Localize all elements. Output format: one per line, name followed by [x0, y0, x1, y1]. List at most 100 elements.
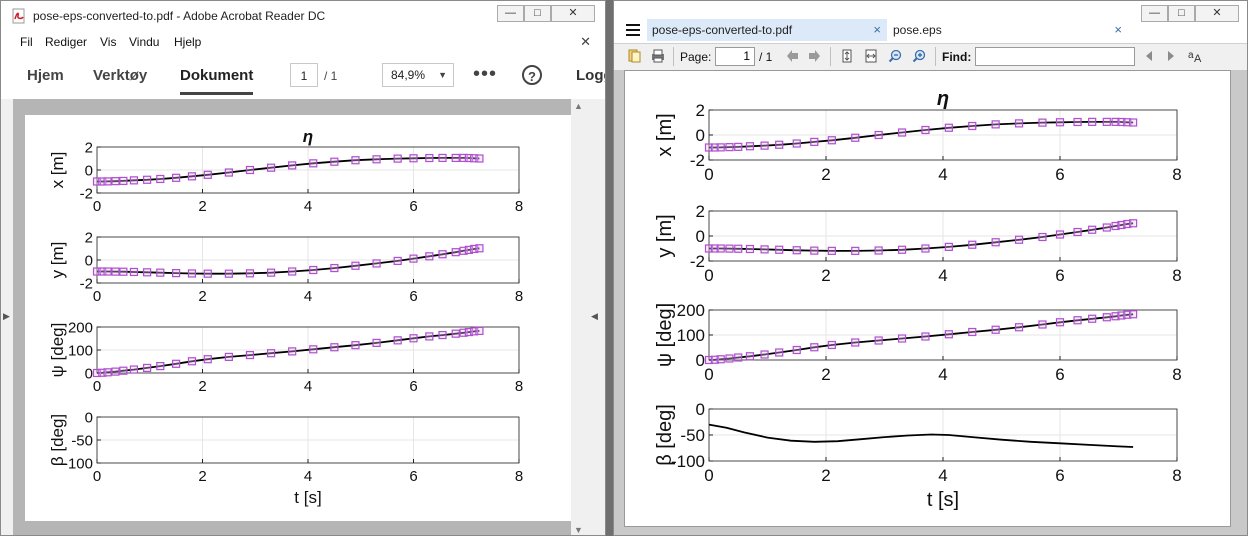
data-point [810, 246, 819, 255]
x-tick-label: 6 [409, 378, 417, 395]
x-tick-label: 2 [821, 466, 830, 485]
data-point [991, 120, 1000, 129]
subplot: 0 2 4 6 8 -100 -50 0 β [deg] t [s] [48, 409, 523, 507]
zoom-value: 84,9% [391, 68, 426, 82]
x-tick-label: 0 [704, 365, 713, 384]
data-point [425, 332, 434, 341]
data-point [172, 359, 181, 368]
subplot: 0 2 4 6 8-202x [m]η [48, 127, 523, 215]
x-tick-label: 6 [409, 468, 417, 485]
y-axis-label: x [m] [48, 152, 67, 189]
data-point [944, 242, 953, 251]
hamburger-menu-icon[interactable] [626, 24, 640, 36]
y-tick-label: 200 [68, 319, 93, 336]
close-button[interactable]: ✕ [551, 5, 595, 22]
scroll-up-icon[interactable]: ▲ [574, 101, 583, 111]
y-tick-label: -2 [80, 185, 93, 202]
y-axis-label: β [deg] [48, 414, 67, 466]
y-tick-label: 2 [85, 229, 93, 246]
restore-button[interactable]: □ [1168, 5, 1195, 22]
data-point [129, 176, 139, 185]
menu-help[interactable]: Hjelp [174, 35, 201, 49]
data-point [309, 159, 318, 168]
scroll-down-icon[interactable]: ▼ [574, 525, 583, 535]
find-previous-icon[interactable] [1142, 49, 1156, 63]
menu-view[interactable]: Vis [100, 35, 116, 49]
data-point [119, 267, 128, 276]
tab-home[interactable]: Hjem [27, 67, 64, 84]
data-point [451, 153, 460, 163]
x-tick-label: 4 [938, 365, 947, 384]
tab-pdf[interactable]: pose-eps-converted-to.pdf × [647, 19, 887, 41]
x-tick-label: 8 [1172, 266, 1181, 285]
fit-width-icon[interactable] [864, 49, 878, 63]
vertical-scrollbar[interactable]: ▲ ▼ [571, 99, 587, 535]
chart-title: η [937, 88, 949, 110]
next-page-icon[interactable] [807, 49, 821, 63]
data-point [224, 168, 233, 177]
y-tick-label: 100 [68, 342, 93, 359]
data-point [119, 176, 128, 186]
tab-close-icon[interactable]: × [873, 19, 881, 41]
find-next-icon[interactable] [1164, 49, 1178, 63]
right-panel-toggle[interactable]: ◀ [587, 99, 605, 535]
zoom-out-icon[interactable] [888, 49, 902, 63]
menu-file[interactable]: Fil [20, 35, 33, 49]
data-point [351, 156, 360, 165]
previous-page-icon[interactable] [786, 49, 800, 63]
data-point [1014, 235, 1024, 244]
data-point [372, 259, 381, 268]
data-point [810, 343, 819, 352]
x-axis-label: t [s] [927, 489, 959, 511]
data-point [874, 336, 883, 345]
restore-button[interactable]: □ [524, 5, 551, 22]
data-point [734, 244, 743, 253]
series-line [708, 423, 1134, 448]
y-tick-label: 2 [85, 139, 93, 156]
print-icon[interactable] [651, 49, 665, 63]
page-number-input[interactable]: 1 [290, 63, 318, 87]
x-tick-label: 6 [1055, 365, 1064, 384]
data-point [827, 340, 836, 350]
page-number-input[interactable]: 1 [715, 47, 755, 66]
figure-sumatra: 0 2 4 6 8-202x [m]η0 2 4 6 8-202y [m]0 2 4 6 8010020… [654, 88, 1182, 511]
left-panel-toggle[interactable]: ▶ [1, 99, 13, 535]
data-point [1088, 117, 1097, 126]
zoom-select[interactable]: 84,9% ▼ [382, 63, 454, 87]
menu-window[interactable]: Vindu [129, 35, 159, 49]
data-point [309, 265, 318, 275]
find-input[interactable] [975, 47, 1135, 66]
data-point [1055, 118, 1065, 127]
minimize-button[interactable]: — [1141, 5, 1168, 22]
x-tick-label: 8 [515, 378, 523, 395]
data-point [851, 133, 860, 142]
tab-close-icon[interactable]: × [1114, 19, 1122, 41]
subplot: 0 2 4 6 8 -100 -50 0 β [deg] t [s] [654, 400, 1182, 511]
zoom-in-icon[interactable] [912, 49, 926, 63]
data-point [792, 246, 801, 255]
series-line [709, 222, 1134, 252]
y-axis-label: ψ [deg] [48, 323, 67, 378]
x-tick-label: 0 [93, 198, 101, 215]
login-button[interactable]: Logg [576, 67, 605, 84]
open-folder-icon[interactable] [628, 49, 642, 63]
match-case-icon[interactable]: aA [1188, 49, 1204, 63]
data-point [1129, 310, 1138, 319]
data-point [409, 334, 418, 343]
data-point [734, 142, 743, 151]
close-button[interactable]: ✕ [1195, 5, 1239, 22]
tab-eps[interactable]: pose.eps × [888, 19, 1128, 41]
tab-tools[interactable]: Verktøy [93, 67, 147, 84]
minimize-button[interactable]: — [497, 5, 524, 22]
document-close-icon[interactable]: ✕ [580, 34, 591, 50]
fit-page-icon[interactable] [840, 49, 854, 63]
menu-edit[interactable]: Rediger [45, 35, 87, 49]
y-axis-label: y [m] [654, 214, 676, 257]
data-point [760, 141, 769, 150]
x-tick-label: 4 [304, 198, 312, 215]
tab-document[interactable]: Dokument [180, 67, 254, 95]
data-point [745, 352, 755, 361]
y-tick-label: 2 [696, 202, 705, 221]
more-options-button[interactable]: ••• [473, 63, 497, 86]
help-button[interactable]: ? [522, 65, 542, 85]
